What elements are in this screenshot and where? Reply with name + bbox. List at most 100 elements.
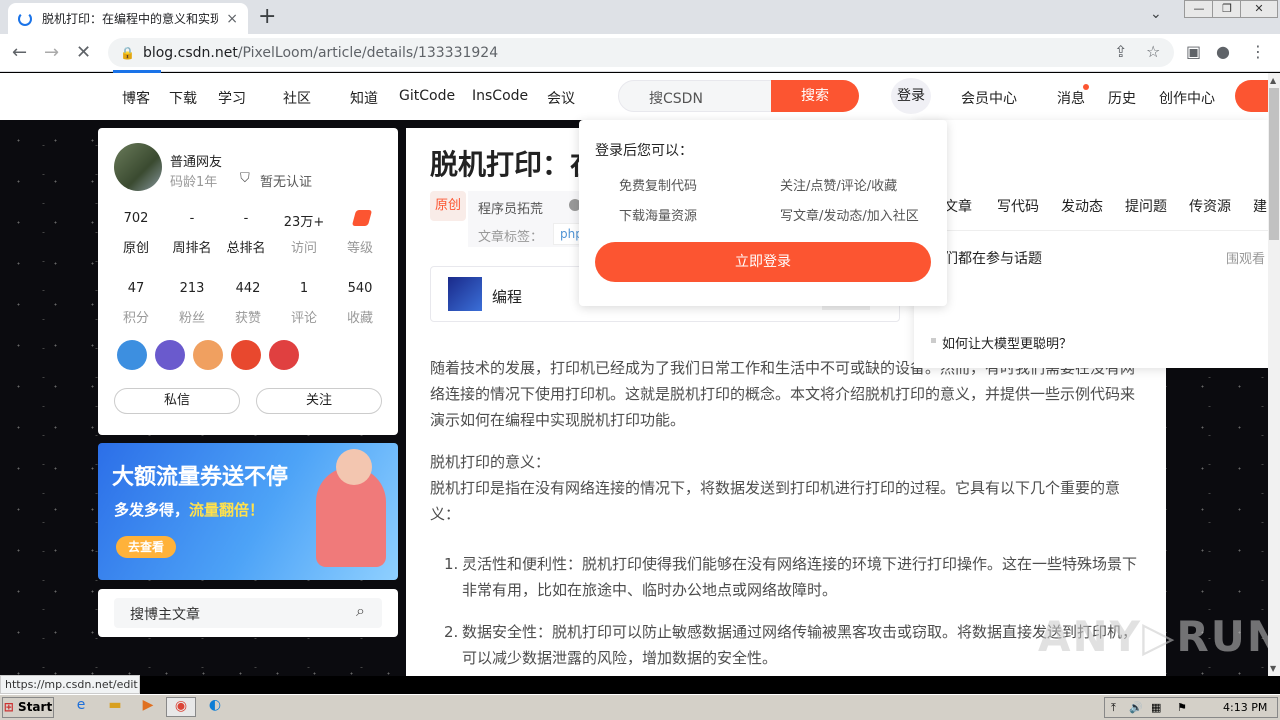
promo-cta-button[interactable]: 去查看 [116, 536, 176, 558]
create-post[interactable]: 发动态 [1061, 196, 1103, 216]
divider [914, 230, 1268, 231]
author-age: 码龄1年 [170, 175, 218, 190]
edge-icon[interactable]: ◐ [204, 697, 226, 717]
create-resource[interactable]: 传资源 [1189, 196, 1231, 216]
scroll-down-icon[interactable]: ▼ [1270, 664, 1276, 673]
original-badge: 原创 [430, 191, 466, 221]
watermark-logo: ANY▷RUN [1038, 612, 1280, 661]
article-author[interactable]: 程序员拓荒 [478, 198, 543, 217]
csdn-search-button[interactable]: 搜索 [771, 80, 859, 112]
start-button[interactable]: ⊞ Start [2, 697, 54, 718]
tab-close-icon[interactable]: × [226, 11, 238, 27]
stat-original-label: 原创 [122, 241, 149, 256]
csdn-search-input[interactable]: 搜CSDN [618, 80, 774, 112]
badge-icon[interactable] [155, 340, 185, 370]
profile-icon[interactable]: ● [1216, 42, 1230, 61]
promo-banner[interactable]: 大额流量券送不停 多发多得，流量翻倍！ 去查看 [98, 443, 398, 580]
back-arrow-icon[interactable]: ← [12, 42, 27, 63]
url-path: /PixelLoom/article/details/133331924 [237, 44, 499, 61]
stat-fans-label: 粉丝 [178, 311, 205, 326]
flag-icon: ⚑ [1177, 701, 1187, 714]
article-subheading: 脱机打印的意义： [430, 453, 551, 471]
topic-more-link[interactable]: 围观看 [1226, 248, 1265, 267]
url-domain: blog.csdn.net [142, 44, 238, 61]
search-icon[interactable]: ⌕ [356, 601, 365, 621]
create-more[interactable]: 建 [1253, 196, 1267, 216]
stat-likes-label: 获赞 [234, 311, 261, 326]
stat-week-rank-value: - [189, 211, 195, 226]
nav-community[interactable]: 社区 [283, 88, 311, 108]
promo-headline: 大额流量券送不停 [112, 465, 289, 490]
follow-button[interactable]: 关注 [256, 388, 382, 414]
list-number: 2. [444, 623, 459, 641]
popup-benefit: 关注/点赞/评论/收藏 [780, 179, 898, 194]
folder-icon[interactable]: ▬ [104, 697, 126, 717]
stat-total-rank-label: 总排名 [226, 241, 266, 256]
forward-arrow-icon[interactable]: → [44, 42, 59, 63]
media-player-icon[interactable]: ▶ [137, 697, 159, 717]
create-question[interactable]: 提问题 [1125, 196, 1167, 216]
article-title: 脱机打印：在 [430, 148, 599, 181]
column-name[interactable]: 编程 [492, 286, 522, 307]
create-article[interactable]: 文章 [944, 196, 972, 216]
avatar[interactable] [114, 143, 162, 191]
login-button[interactable]: 登录 [891, 78, 931, 114]
shield-icon: ⛉ [240, 171, 250, 186]
bookmark-star-icon[interactable]: ☆ [1146, 42, 1160, 61]
close-window-button[interactable]: ✕ [1240, 0, 1278, 18]
popup-login-button[interactable]: 立即登录 [595, 242, 931, 282]
scrollbar-thumb[interactable] [1269, 88, 1279, 240]
private-message-button[interactable]: 私信 [114, 388, 240, 414]
bullet-icon [931, 338, 936, 343]
stat-total-rank-value: - [243, 211, 249, 226]
badge-icon[interactable] [193, 340, 223, 370]
minimize-button[interactable]: — [1184, 0, 1214, 18]
scroll-up-icon[interactable]: ▲ [1270, 76, 1276, 85]
creation-dropdown [914, 120, 1268, 368]
browser-tab[interactable]: 脱机打印：在编程中的意义和实现-C × [8, 3, 248, 34]
topic-title: 们都在参与话题 [944, 251, 1042, 267]
topic-item[interactable]: 如何让大模型更聪明？ [942, 333, 1072, 352]
new-tab-button[interactable]: + [258, 4, 276, 29]
create-code[interactable]: 写代码 [997, 196, 1039, 216]
badge-icon[interactable] [269, 340, 299, 370]
nav-creation-center[interactable]: 创作中心 [1159, 88, 1215, 108]
chrome-taskbar-icon[interactable]: ◉ [166, 697, 196, 717]
address-bar[interactable]: 🔒 blog.csdn.net/PixelLoom/article/detail… [108, 38, 1174, 67]
nav-inscode[interactable]: InsCode [472, 88, 528, 104]
stat-visits-value: 23万+ [283, 215, 325, 230]
list-item: 数据安全性：脱机打印可以防止敏感数据通过网络传输被黑客攻击或窃取。将数据直接发送… [462, 623, 1138, 667]
nav-learn[interactable]: 学习 [218, 88, 246, 108]
nav-gitcode[interactable]: GitCode [399, 88, 455, 104]
stat-visits-label: 访问 [290, 241, 317, 256]
status-url: https://mp.csdn.net/edit [0, 675, 140, 694]
nav-vip-center[interactable]: 会员中心 [961, 88, 1017, 108]
maximize-button[interactable]: ❐ [1212, 0, 1242, 18]
nav-download[interactable]: 下载 [169, 88, 197, 108]
blog-search-input[interactable]: 搜博主文章 [114, 598, 382, 628]
stat-favorites-value: 540 [347, 281, 373, 296]
stat-favorites-label: 收藏 [346, 311, 373, 326]
tags-label: 文章标签： [478, 230, 544, 245]
side-panel-icon[interactable]: ▣ [1186, 42, 1201, 61]
badge-icon[interactable] [231, 340, 261, 370]
tab-search-chevron-icon[interactable]: ⌄ [1150, 6, 1162, 22]
stat-likes-value: 442 [235, 281, 261, 296]
nav-blog[interactable]: 博客 [122, 88, 150, 108]
author-name[interactable]: 普通网友 [170, 151, 222, 170]
nav-history[interactable]: 历史 [1108, 88, 1136, 108]
nav-messages[interactable]: 消息 [1057, 88, 1085, 108]
column-logo-icon [448, 277, 482, 311]
menu-kebab-icon[interactable]: ⋮ [1250, 42, 1266, 61]
popup-benefit: 免费复制代码 [619, 179, 698, 194]
author-cert: 暂无认证 [260, 175, 313, 190]
share-icon[interactable]: ⇪ [1114, 42, 1127, 61]
stat-points-value: 47 [127, 281, 145, 296]
nav-meeting[interactable]: 会议 [547, 88, 575, 108]
message-dot-badge [1083, 84, 1089, 90]
badge-icon[interactable] [117, 340, 147, 370]
stat-level-label: 等级 [346, 241, 373, 256]
nav-zhidao[interactable]: 知道 [350, 88, 378, 108]
ie-icon[interactable]: e [70, 697, 92, 717]
stop-loading-icon[interactable]: ✕ [76, 42, 91, 63]
